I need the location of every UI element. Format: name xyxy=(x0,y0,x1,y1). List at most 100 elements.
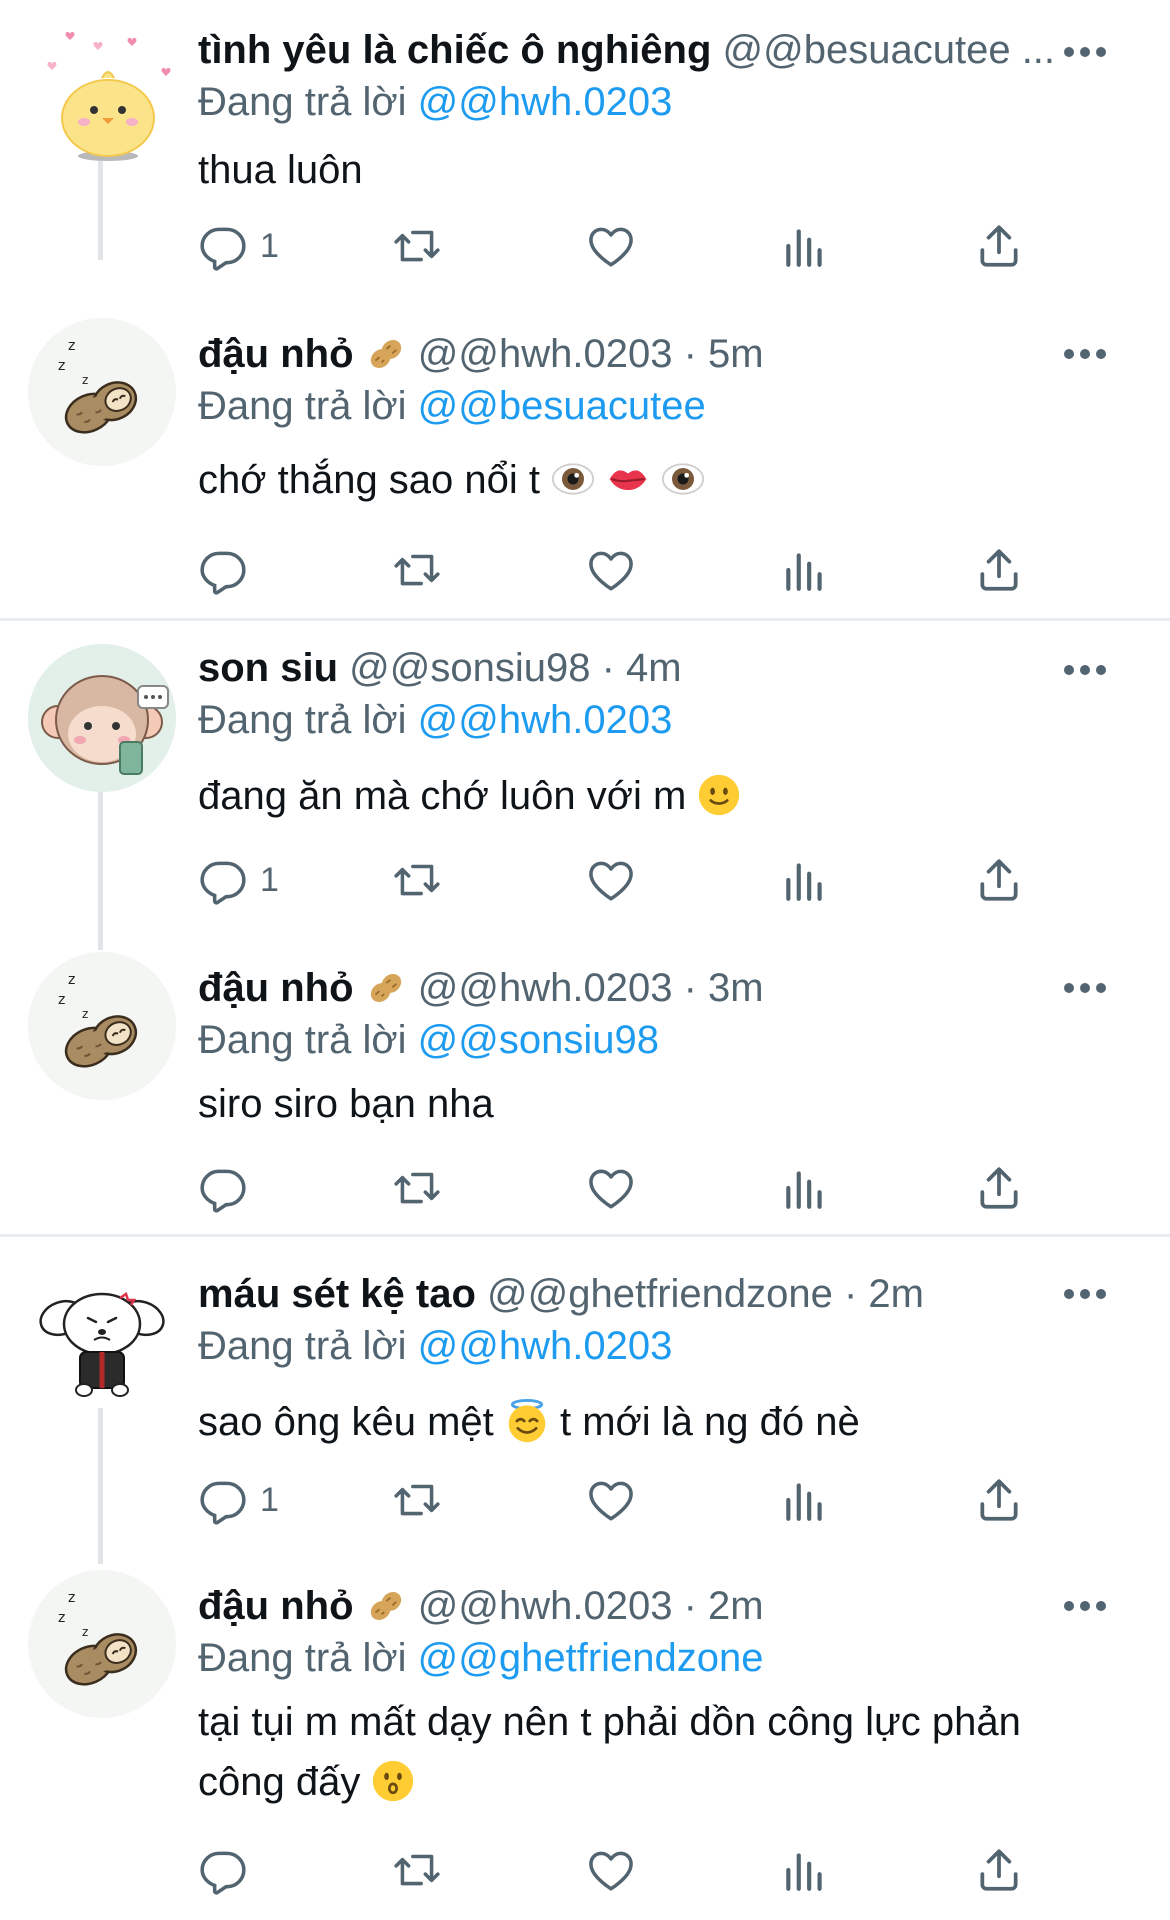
avatar[interactable] xyxy=(28,644,176,792)
tweet-actions: 1 xyxy=(198,850,1058,910)
like-button[interactable] xyxy=(586,1158,636,1218)
views-button[interactable] xyxy=(780,1158,830,1218)
heart-icon xyxy=(586,221,636,271)
user-handle[interactable]: @@hwh.0203 · 3m xyxy=(418,966,764,1010)
share-icon xyxy=(974,221,1024,271)
retweet-icon xyxy=(392,545,442,595)
reply-button[interactable]: 1 xyxy=(198,216,279,276)
display-name[interactable]: tình yêu là chiếc ô nghiêng xyxy=(198,28,711,72)
avatar[interactable] xyxy=(28,1262,176,1410)
reply-mention[interactable]: @@hwh.0203 xyxy=(418,698,673,742)
tweet[interactable]: đậu nhỏ @@hwh.0203 · 3m Đang trả lời @@s… xyxy=(198,962,1098,1134)
reply-button[interactable] xyxy=(198,1158,260,1218)
like-button[interactable] xyxy=(586,1840,636,1900)
analytics-icon xyxy=(780,221,830,271)
retweet-button[interactable] xyxy=(392,1158,442,1218)
more-options-icon[interactable] xyxy=(1064,1598,1114,1612)
reply-prefix: Đang trả lời xyxy=(198,80,407,124)
more-options-icon[interactable] xyxy=(1064,346,1114,360)
tweet-text: chớ thắng sao nổi t xyxy=(198,458,541,502)
user-handle[interactable]: @@hwh.0203 · 2m xyxy=(418,1584,764,1628)
avatar[interactable] xyxy=(28,1570,176,1718)
share-button[interactable] xyxy=(974,216,1024,276)
reply-icon xyxy=(198,855,248,905)
heart-icon xyxy=(586,1475,636,1525)
views-button[interactable] xyxy=(780,1840,830,1900)
reply-button[interactable] xyxy=(198,540,260,600)
analytics-icon xyxy=(780,545,830,595)
halo-smile-emoji-icon xyxy=(505,1399,549,1443)
reply-mention[interactable]: @@besuacutee xyxy=(418,384,706,428)
heart-icon xyxy=(586,1163,636,1213)
user-handle[interactable]: @@hwh.0203 · 5m xyxy=(418,332,764,376)
tweet-text: sao ông kêu mệt xyxy=(198,1400,494,1444)
heart-icon xyxy=(586,855,636,905)
tweet-text: thua luôn xyxy=(198,148,363,192)
display-name[interactable]: đậu nhỏ xyxy=(198,1584,354,1628)
more-options-icon[interactable] xyxy=(1064,980,1114,994)
peanut-emoji-icon xyxy=(365,1585,407,1627)
reply-icon xyxy=(198,1475,248,1525)
reply-button[interactable] xyxy=(198,1840,260,1900)
user-handle[interactable]: @@besuacutee ... xyxy=(723,28,1056,72)
dog-avatar-icon xyxy=(39,1292,165,1397)
analytics-icon xyxy=(780,1475,830,1525)
display-name[interactable]: máu sét kệ tao xyxy=(198,1272,476,1316)
retweet-button[interactable] xyxy=(392,850,442,910)
tweet[interactable]: son siu @@sonsiu98 · 4m Đang trả lời @@h… xyxy=(198,642,1098,826)
display-name[interactable]: đậu nhỏ xyxy=(198,966,354,1010)
like-button[interactable] xyxy=(586,850,636,910)
retweet-icon xyxy=(392,855,442,905)
views-button[interactable] xyxy=(780,540,830,600)
display-name[interactable]: đậu nhỏ xyxy=(198,332,354,376)
peanut-avatar-icon xyxy=(28,1570,176,1718)
tweet-text: tại tụi m mất dạy nên t phải dồn công lự… xyxy=(198,1700,1021,1744)
retweet-button[interactable] xyxy=(392,1470,442,1530)
reply-button[interactable]: 1 xyxy=(198,850,279,910)
more-options-icon[interactable] xyxy=(1064,662,1114,676)
share-button[interactable] xyxy=(974,540,1024,600)
tweet[interactable]: đậu nhỏ @@hwh.0203 · 2m Đang trả lời @@g… xyxy=(198,1580,1098,1812)
reply-mention[interactable]: @@hwh.0203 xyxy=(418,80,673,124)
peanut-emoji-icon xyxy=(365,333,407,375)
share-button[interactable] xyxy=(974,1470,1024,1530)
share-icon xyxy=(974,1163,1024,1213)
avatar[interactable] xyxy=(28,22,176,170)
like-button[interactable] xyxy=(586,1470,636,1530)
share-icon xyxy=(974,1475,1024,1525)
avatar[interactable] xyxy=(28,318,176,466)
retweet-button[interactable] xyxy=(392,1840,442,1900)
thread-connector xyxy=(98,1408,103,1564)
like-button[interactable] xyxy=(586,216,636,276)
reply-prefix: Đang trả lời xyxy=(198,1018,407,1062)
thread-connector xyxy=(98,790,103,950)
reply-mention[interactable]: @@sonsiu98 xyxy=(418,1018,659,1062)
views-button[interactable] xyxy=(780,216,830,276)
views-button[interactable] xyxy=(780,1470,830,1530)
more-options-icon[interactable] xyxy=(1064,44,1114,58)
reply-prefix: Đang trả lời xyxy=(198,384,407,428)
user-handle[interactable]: @@sonsiu98 · 4m xyxy=(349,646,681,690)
retweet-icon xyxy=(392,1845,442,1895)
reply-mention[interactable]: @@hwh.0203 xyxy=(418,1324,673,1368)
views-button[interactable] xyxy=(780,850,830,910)
more-options-icon[interactable] xyxy=(1064,1286,1114,1300)
reply-button[interactable]: 1 xyxy=(198,1470,279,1530)
display-name[interactable]: son siu xyxy=(198,646,338,690)
retweet-icon xyxy=(392,1475,442,1525)
tweet[interactable]: tình yêu là chiếc ô nghiêng @@besuacutee… xyxy=(198,24,1098,200)
share-button[interactable] xyxy=(974,1840,1024,1900)
retweet-button[interactable] xyxy=(392,540,442,600)
kissing-face-emoji-icon xyxy=(371,1759,415,1803)
like-button[interactable] xyxy=(586,540,636,600)
reply-mention[interactable]: @@ghetfriendzone xyxy=(418,1636,764,1680)
tweet[interactable]: đậu nhỏ @@hwh.0203 · 5m Đang trả lời @@b… xyxy=(198,328,1098,510)
avatar[interactable] xyxy=(28,952,176,1100)
tweet[interactable]: máu sét kệ tao @@ghetfriendzone · 2m Đan… xyxy=(198,1268,1098,1452)
share-button[interactable] xyxy=(974,850,1024,910)
tweet-text: đang ăn mà chớ luôn với m xyxy=(198,774,687,818)
retweet-button[interactable] xyxy=(392,216,442,276)
user-handle[interactable]: @@ghetfriendzone · 2m xyxy=(487,1272,924,1316)
share-button[interactable] xyxy=(974,1158,1024,1218)
analytics-icon xyxy=(780,855,830,905)
